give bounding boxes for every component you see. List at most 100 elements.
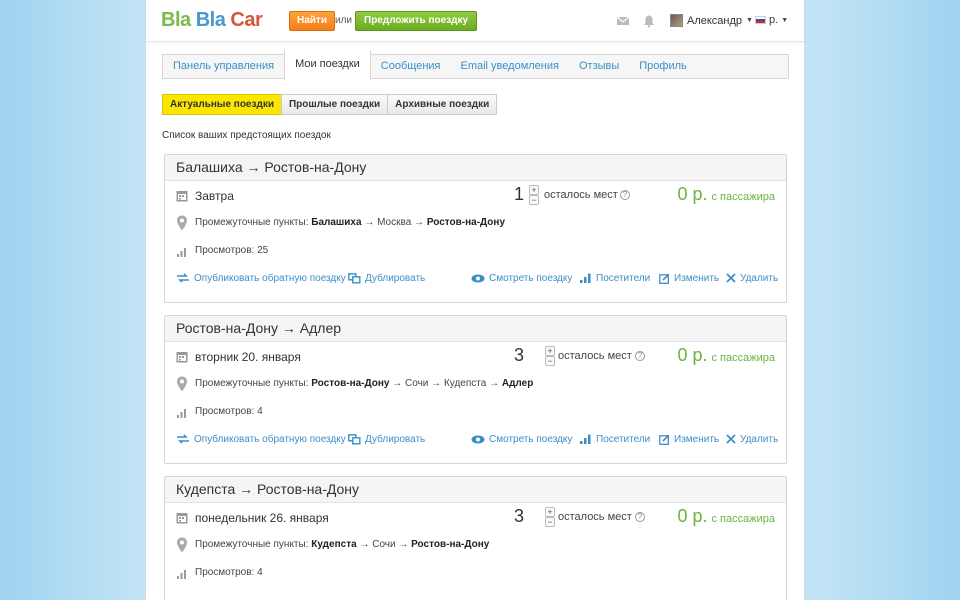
delete-trip-link[interactable]: Удалить — [726, 273, 778, 284]
tab-email-notifications[interactable]: Email уведомления — [451, 55, 569, 78]
visitors-label: Посетители — [596, 272, 651, 284]
view-trip-label: Смотреть поездку — [489, 272, 573, 284]
bar-chart-icon — [580, 434, 591, 444]
visitors-link[interactable]: Посетители — [580, 434, 650, 445]
tab-dashboard[interactable]: Панель управления — [163, 55, 284, 78]
edit-label: Изменить — [674, 433, 720, 445]
map-pin-icon — [177, 376, 187, 392]
close-icon — [726, 273, 736, 283]
russia-flag-icon — [755, 16, 766, 24]
seats-count: 3 — [513, 506, 524, 526]
trip-title[interactable]: Ростов-на-Дону → Адлер — [165, 316, 786, 342]
duplicate-label: Дублировать — [365, 433, 426, 445]
trip-title[interactable]: Балашиха → Ростов-на-Дону — [165, 155, 786, 181]
user-menu[interactable]: Александр ▼ — [670, 14, 753, 27]
edit-icon — [659, 434, 670, 445]
trip-views-row: Просмотров: 4 — [165, 398, 786, 426]
view-trip-link[interactable]: Смотреть поездку — [471, 273, 572, 284]
tab-profile[interactable]: Профиль — [629, 55, 697, 78]
bell-icon[interactable] — [642, 14, 656, 28]
tab-reviews[interactable]: Отзывы — [569, 55, 629, 78]
waypoint-from: Балашиха — [311, 217, 362, 228]
map-pin-icon — [177, 537, 187, 553]
user-name: Александр — [687, 14, 743, 27]
trip-views: Просмотров: 25 — [195, 245, 268, 256]
return-arrows-icon — [177, 434, 189, 444]
help-icon[interactable]: ? — [635, 351, 645, 361]
help-icon[interactable]: ? — [620, 190, 630, 200]
views-count: 4 — [257, 567, 263, 578]
trip-route-row: Промежуточные пункты: Ростов-на-Дону → С… — [165, 370, 786, 398]
trip-price: 0 р. с пассажира — [677, 345, 775, 366]
calendar-icon — [176, 352, 188, 363]
blablacar-logo[interactable]: Bla Bla Car — [161, 9, 263, 32]
view-trip-label: Смотреть поездку — [489, 433, 573, 445]
waypoints-label: Промежуточные пункты: — [195, 378, 309, 389]
seats-left-label: осталось мест — [558, 350, 632, 362]
view-trip-link[interactable]: Смотреть поездку — [471, 434, 572, 445]
mail-icon[interactable] — [616, 14, 630, 28]
bar-chart-icon — [177, 409, 186, 418]
edit-icon — [659, 273, 670, 284]
views-count: 4 — [257, 406, 263, 417]
trip-views-row: Просмотров: 25 — [165, 237, 786, 265]
subtab-current-trips[interactable]: Актуальные поездки — [162, 94, 282, 115]
trip-price: 0 р. с пассажира — [677, 506, 775, 527]
decrement-seats-button[interactable]: − — [545, 517, 555, 527]
bar-chart-icon — [177, 570, 186, 579]
trip-date: Завтра — [195, 189, 234, 203]
close-icon — [726, 434, 736, 444]
decrement-seats-button[interactable]: − — [545, 356, 555, 366]
trip-date-row: Завтра 1 + − осталось мест ? 0 р. с пасса… — [165, 181, 786, 209]
trip-card: Балашиха → Ростов-на-Дону Завтра 1 + − о… — [164, 154, 787, 303]
subtab-past-trips[interactable]: Прошлые поездки — [280, 94, 389, 115]
tab-my-trips[interactable]: Мои поездки — [284, 50, 371, 80]
per-passenger-label: с пассажира — [711, 352, 776, 364]
price-amount: 0 р. — [677, 345, 708, 365]
trip-date-row: понедельник 26. января 3 + − осталось ме… — [165, 503, 786, 531]
trip-price: 0 р. с пассажира — [677, 184, 775, 205]
trip-card: Кудепста → Ростов-на-Дону понедельник 26… — [164, 476, 787, 600]
duplicate-trip-link[interactable]: Дублировать — [348, 273, 425, 284]
route-arrow: → — [398, 539, 409, 550]
duplicate-icon — [348, 272, 361, 283]
publish-return-trip-link[interactable]: Опубликовать обратную поездку — [176, 273, 346, 284]
page-container: Bla Bla Car Найти или Предложить поездку… — [145, 0, 805, 600]
decrement-seats-button[interactable]: − — [529, 195, 539, 205]
increment-seats-button[interactable]: + — [529, 185, 539, 195]
return-arrows-icon — [177, 273, 189, 283]
bar-chart-icon — [580, 273, 591, 283]
increment-seats-button[interactable]: + — [545, 346, 555, 356]
edit-trip-link[interactable]: Изменить — [659, 273, 719, 284]
duplicate-trip-link[interactable]: Дублировать — [348, 434, 425, 445]
visitors-link[interactable]: Посетители — [580, 273, 650, 284]
per-passenger-label: с пассажира — [711, 513, 776, 525]
route-arrow: → — [414, 217, 425, 228]
price-amount: 0 р. — [677, 506, 708, 526]
edit-trip-link[interactable]: Изменить — [659, 434, 719, 445]
subtab-archived-trips[interactable]: Архивные поездки — [387, 94, 498, 115]
trip-waypoints: Промежуточные пункты: Ростов-на-Дону → С… — [195, 378, 533, 389]
increment-seats-button[interactable]: + — [545, 507, 555, 517]
trip-waypoints: Промежуточные пункты: Балашиха → Москва … — [195, 217, 505, 228]
trip-title[interactable]: Кудепста → Ростов-на-Дону — [165, 477, 786, 503]
tab-messages[interactable]: Сообщения — [371, 55, 451, 78]
route-arrow: → — [392, 378, 403, 389]
waypoints-label: Промежуточные пункты: — [195, 217, 309, 228]
delete-label: Удалить — [740, 272, 779, 284]
trip-views: Просмотров: 4 — [195, 567, 263, 578]
help-icon[interactable]: ? — [635, 512, 645, 522]
trip-route-row: Промежуточные пункты: Кудепста → Сочи → … — [165, 531, 786, 559]
waypoint-mid: Москва — [377, 217, 412, 228]
waypoints-label: Промежуточные пункты: — [195, 539, 309, 550]
trip-date: вторник 20. января — [195, 350, 301, 364]
publish-return-label: Опубликовать обратную поездку — [194, 433, 346, 445]
views-label: Просмотров: — [195, 406, 255, 417]
delete-trip-link[interactable]: Удалить — [726, 434, 778, 445]
waypoint-to: Адлер — [501, 378, 534, 389]
offer-ride-button[interactable]: Предложить поездку — [355, 11, 478, 31]
find-button[interactable]: Найти — [289, 11, 335, 31]
language-currency-menu[interactable]: р. ▼ — [755, 14, 788, 26]
publish-return-trip-link[interactable]: Опубликовать обратную поездку — [176, 434, 346, 445]
seats-stepper: + − — [529, 185, 539, 205]
